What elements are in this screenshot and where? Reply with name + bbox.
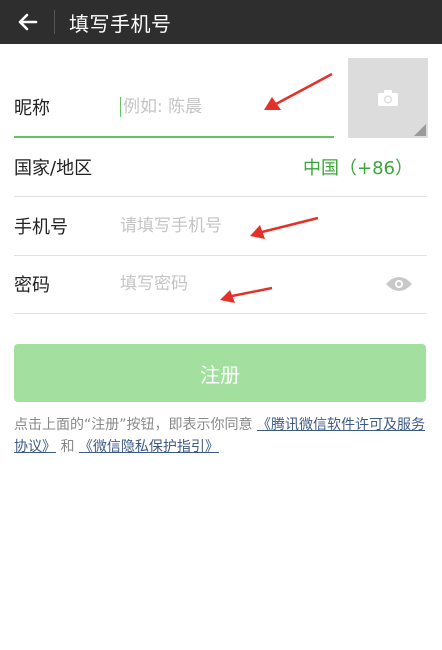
- agreement-middle: 和: [56, 439, 79, 455]
- nickname-row: 昵称: [14, 78, 334, 138]
- phone-row: 手机号: [14, 197, 427, 256]
- camera-icon: [378, 90, 398, 106]
- password-input[interactable]: [120, 274, 320, 294]
- avatar-upload-button[interactable]: [348, 58, 428, 138]
- back-button[interactable]: [6, 0, 50, 44]
- agreement-prefix: 点击上面的“注册”按钮，即表示你同意: [14, 417, 257, 433]
- phone-label: 手机号: [14, 217, 68, 238]
- region-selector[interactable]: 国家/地区 中国（+86）: [14, 138, 427, 197]
- password-row: 密码: [14, 255, 427, 314]
- region-value: 中国（+86）: [303, 158, 413, 179]
- back-arrow-icon: [18, 13, 38, 31]
- registration-form: 昵称 国家/地区 中国（+86） 手机号 密码 注册 点击上面的“: [0, 44, 442, 650]
- page-title: 填写手机号: [69, 11, 172, 36]
- nickname-label: 昵称: [14, 98, 50, 119]
- nickname-input[interactable]: [120, 97, 323, 117]
- show-password-toggle[interactable]: [385, 275, 413, 293]
- privacy-policy-link[interactable]: 《微信隐私保护指引》: [79, 439, 219, 455]
- title-separator: [54, 10, 55, 34]
- agreement-text: 点击上面的“注册”按钮，即表示你同意 《腾讯微信软件许可及服务协议》 和 《微信…: [14, 414, 430, 458]
- region-label: 国家/地区: [14, 158, 93, 179]
- eye-icon: [386, 277, 412, 291]
- title-bar: 填写手机号: [0, 0, 442, 44]
- password-label: 密码: [14, 275, 50, 296]
- register-button[interactable]: 注册: [14, 344, 426, 402]
- phone-input[interactable]: [120, 216, 320, 236]
- avatar-corner-mark: [414, 124, 426, 136]
